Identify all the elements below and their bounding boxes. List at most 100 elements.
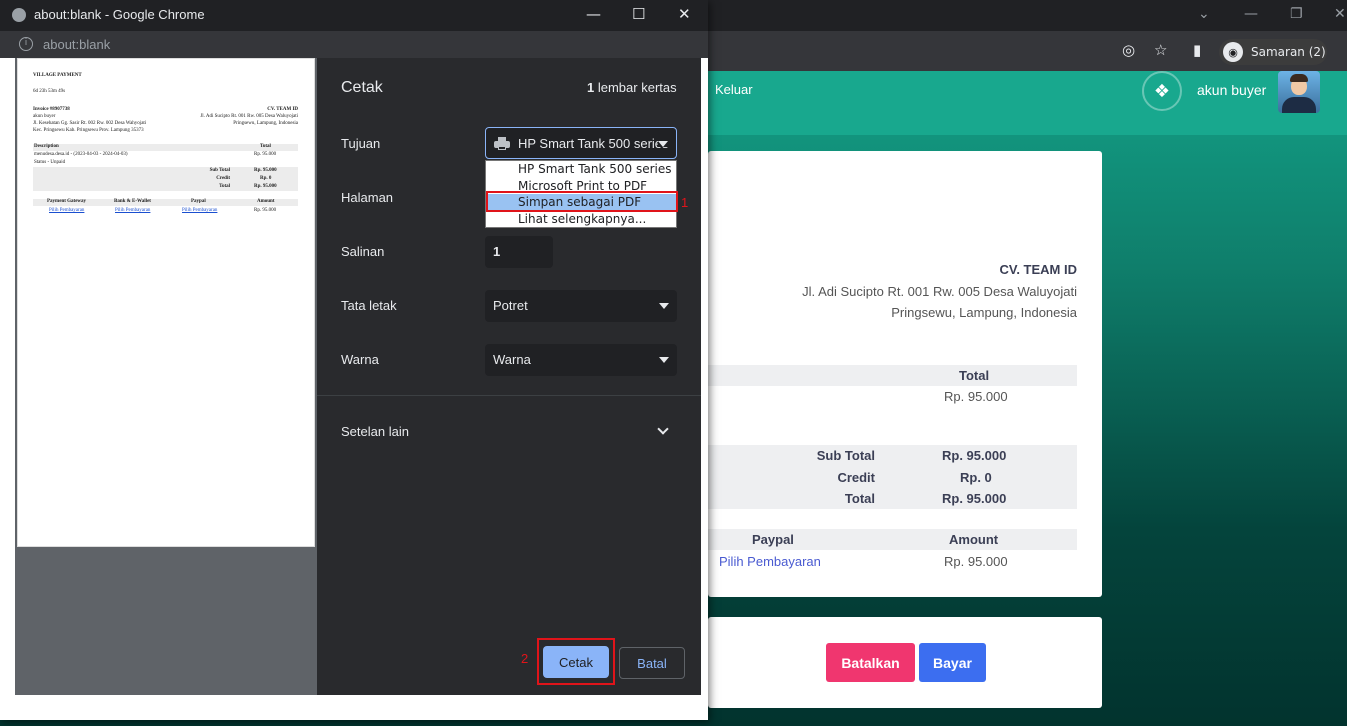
destination-option-hp[interactable]: HP Smart Tank 500 series [486, 161, 676, 177]
preview-buyer-addr2: Kec. Pringsewu Kab. Pringsewu Prov. Lamp… [33, 128, 144, 133]
popup-url[interactable]: about:blank [43, 37, 110, 52]
color-value: Warna [493, 352, 531, 367]
layout-select[interactable]: Potret [485, 290, 677, 322]
more-settings-toggle[interactable]: Setelan lain [341, 424, 409, 439]
company-address-1: Jl. Adi Sucipto Rt. 001 Rw. 005 Desa Wal… [802, 284, 1077, 299]
info-icon[interactable]: i [19, 37, 33, 51]
summary-band [708, 445, 1077, 509]
preview-buyer-addr1: Jl. Kesehatan Gg. Sasir Rt. 002 Rw. 002 … [33, 121, 147, 126]
preview-pay-header-bank: Bank & E-Wallet [114, 199, 151, 204]
printer-icon [494, 137, 510, 150]
paypal-link[interactable]: Pilih Pembayaran [719, 554, 821, 569]
popup-maximize-icon[interactable]: ☐ [632, 5, 645, 23]
color-select[interactable]: Warna [485, 344, 677, 376]
sheet-count-label: lembar kertas [597, 80, 677, 95]
total-value: Rp. 95.000 [942, 491, 1007, 506]
preview-pay-link-bank: Pilih Pembayaran [115, 208, 151, 213]
globe-icon [12, 8, 26, 22]
chevron-down-icon [659, 357, 669, 363]
incognito-profile-button[interactable]: ◉ Samaran (2) [1219, 39, 1327, 65]
preview-company-addr1: Jl. Adi Sucipto Rt. 001 Rw. 005 Desa Wal… [200, 114, 298, 119]
print-preview-page[interactable]: VILLAGE PAYMENT 6d 23h 53m 49s Invoice #… [17, 58, 315, 547]
color-label: Warna [341, 352, 379, 367]
preview-total-label: Total [219, 184, 230, 189]
popup-window-title: about:blank - Google Chrome [34, 7, 205, 22]
print-button[interactable]: Cetak [543, 646, 609, 678]
chevron-down-icon [658, 141, 668, 147]
chevron-down-icon [659, 303, 669, 309]
layout-label: Tata letak [341, 298, 397, 313]
credit-label: Credit [837, 470, 875, 485]
preview-subtotal-value: Rp. 95.000 [254, 168, 277, 173]
total-label: Total [844, 491, 875, 506]
company-name: CV. TEAM ID [999, 262, 1077, 277]
preview-credit-label: Credit [216, 176, 230, 181]
logout-link[interactable]: Keluar [715, 82, 753, 97]
settings-divider [317, 395, 701, 396]
popup-titlebar: about:blank - Google Chrome — ☐ ✕ [0, 0, 708, 31]
pay-button[interactable]: Bayar [919, 643, 986, 682]
preview-pay-header-gateway: Payment Gateway [47, 199, 87, 204]
brand-logo-icon[interactable]: ❖ [1142, 71, 1182, 111]
close-icon[interactable]: ✕ [1334, 6, 1346, 22]
sheet-count-number: 1 [587, 80, 595, 95]
preview-company-addr2: Pringsewu, Lampung, Indonesia [233, 121, 298, 126]
star-icon[interactable]: ☆ [1154, 41, 1167, 59]
company-address-2: Pringsewu, Lampung, Indonesia [891, 305, 1077, 320]
destination-select[interactable]: HP Smart Tank 500 series [485, 127, 677, 159]
destination-option-see-more[interactable]: Lihat selengkapnya... [486, 211, 676, 227]
profile-label: Samaran (2) [1251, 45, 1326, 59]
preview-pay-header-paypal: Paypal [191, 199, 206, 204]
user-name[interactable]: akun buyer [1197, 82, 1266, 98]
annotation-box-1 [486, 191, 678, 212]
total-header: Total [959, 368, 990, 383]
preview-item: menudesa.desa.id - (2023-04-03 - 2024-04… [34, 152, 128, 157]
subtotal-label: Sub Total [816, 448, 875, 463]
popup-address-bar: i about:blank [0, 31, 708, 58]
preview-heading: VILLAGE PAYMENT [33, 73, 82, 78]
annotation-number-1: 1 [681, 195, 689, 210]
sheet-count: 1 lembar kertas [587, 80, 677, 95]
sidepanel-icon[interactable]: ▮ [1193, 41, 1201, 59]
preview-pay-link-paypal: Pilih Pembayaran [182, 208, 218, 213]
preview-subtotal-label: Sub Total [209, 168, 230, 173]
preview-status: Status - Unpaid [34, 160, 66, 165]
preview-invoice: Invoice #8907738 [33, 107, 70, 112]
destination-label: Tujuan [341, 136, 381, 151]
avatar[interactable] [1278, 71, 1320, 113]
preview-item-value: Rp. 95.000 [254, 152, 277, 157]
minimize-icon[interactable]: — [1244, 6, 1258, 22]
preview-total-value: Rp. 95.000 [254, 184, 277, 189]
layout-value: Potret [493, 298, 528, 313]
preview-buyer: akun buyer [33, 114, 56, 119]
popup-close-icon[interactable]: ✕ [678, 5, 691, 23]
amount-value: Rp. 95.000 [944, 554, 1008, 569]
eye-slash-icon[interactable]: ◎ [1122, 41, 1135, 59]
preview-date: 6d 23h 53m 49s [33, 89, 66, 94]
print-title: Cetak [341, 79, 383, 96]
row-total: Rp. 95.000 [944, 389, 1008, 404]
preview-credit-value: Rp. 0 [260, 176, 272, 181]
amount-header: Amount [949, 532, 999, 547]
preview-company: CV. TEAM ID [267, 107, 298, 112]
annotation-number-2: 2 [521, 651, 529, 666]
cancel-button[interactable]: Batal [619, 647, 685, 679]
table-header-band [708, 365, 1077, 386]
popup-minimize-icon[interactable]: — [586, 5, 601, 23]
restore-icon[interactable]: ❐ [1290, 6, 1303, 22]
paypal-header: Paypal [752, 532, 794, 547]
destination-value: HP Smart Tank 500 series [518, 136, 669, 151]
cancel-payment-button[interactable]: Batalkan [826, 643, 915, 682]
tab-search-icon[interactable]: ⌄ [1198, 6, 1210, 22]
pages-label: Halaman [341, 190, 394, 205]
credit-value: Rp. 0 [960, 470, 992, 485]
preview-total-header: Total [260, 144, 271, 149]
copies-input[interactable]: 1 [485, 236, 553, 268]
copies-label: Salinan [341, 244, 385, 259]
incognito-icon: ◉ [1223, 42, 1243, 62]
preview-desc-header: Description [34, 144, 59, 149]
subtotal-value: Rp. 95.000 [942, 448, 1007, 463]
preview-pay-header-amount: Amount [257, 199, 275, 204]
preview-pay-amount: Rp. 95.000 [254, 208, 277, 213]
preview-pay-link-gateway: Pilih Pembayaran [49, 208, 85, 213]
